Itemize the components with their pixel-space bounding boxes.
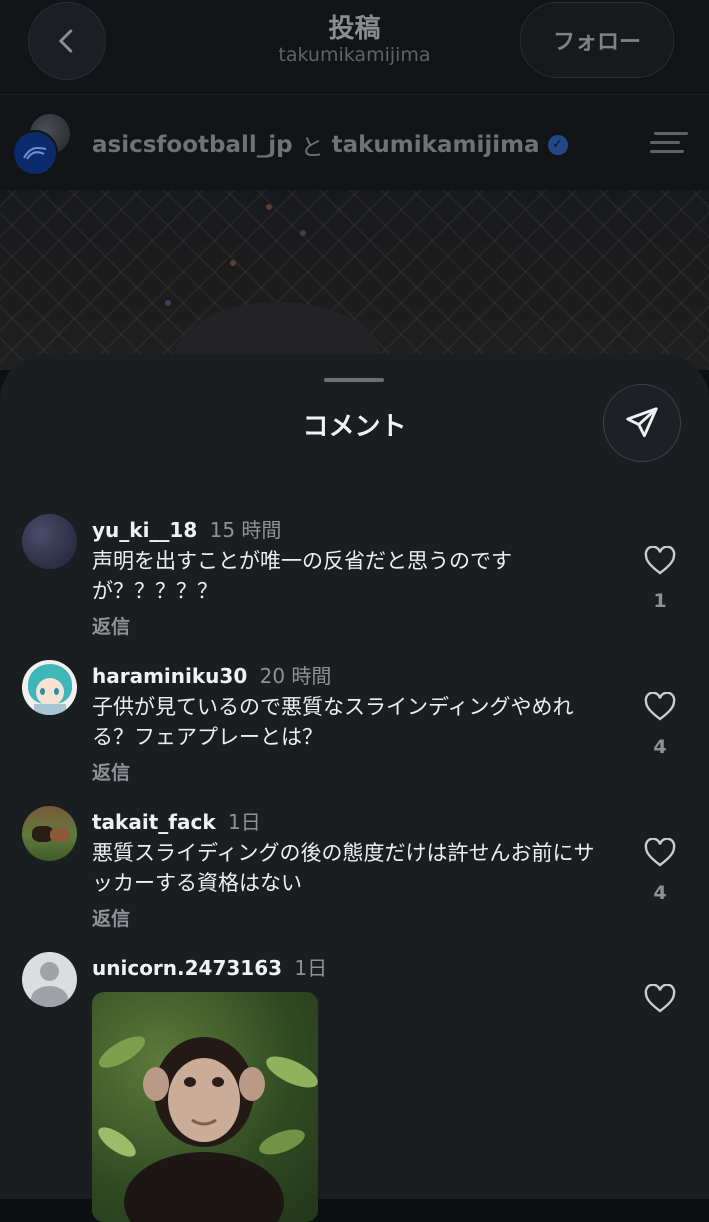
avatar-asicsfootball [12, 130, 58, 176]
heart-icon[interactable] [644, 692, 676, 722]
asics-logo-icon [23, 147, 47, 160]
collab-and: と [300, 135, 324, 161]
comment-username[interactable]: haraminiku30 [92, 664, 247, 688]
collab-users[interactable]: asicsfootball_jp と takumikamijima ✓ [92, 128, 568, 162]
heart-icon[interactable] [644, 984, 676, 1014]
comment-text: 子供が見ているので悪質なスラインディングやめれる？フェアプレーとは？ [92, 695, 574, 749]
like-count: 4 [653, 882, 667, 904]
send-icon [626, 407, 658, 438]
comment-text: 声明を出すことが唯一の反省だと思うのですが？？？？？ [92, 549, 512, 603]
post-image [0, 190, 709, 412]
comment-time: 20 時間 [259, 664, 332, 688]
comment-time: 15 時間 [209, 518, 282, 542]
heart-icon[interactable] [644, 838, 676, 868]
avatar[interactable] [22, 660, 77, 715]
collab-user-1[interactable]: asicsfootball_jp [92, 132, 293, 158]
chimpanzee-image [98, 1036, 318, 1222]
reply-button[interactable]: 返信 [92, 612, 130, 639]
post-header: 投稿 takumikamijima フォロー asicsfootball_jp … [0, 0, 709, 190]
collab-user-2[interactable]: takumikamijima [332, 132, 540, 158]
comment-header: unicorn.2473163 1日 [92, 952, 327, 981]
comment-header: yu_ki__18 15 時間 [92, 514, 281, 543]
comment-header: haraminiku30 20 時間 [92, 660, 331, 689]
heart-icon[interactable] [644, 546, 676, 576]
reply-button[interactable]: 返信 [92, 904, 130, 931]
comment-header: takait_fack 1日 [92, 806, 261, 835]
share-button[interactable] [603, 384, 681, 462]
avatar[interactable] [22, 514, 77, 569]
default-user-icon [40, 962, 59, 981]
comment-username[interactable]: unicorn.2473163 [92, 956, 282, 980]
comments-sheet: コメント yu_ki__18 15 時間 声明を出すことが唯一の反省だと思うので… [0, 354, 709, 1222]
comment-time: 1日 [294, 956, 328, 980]
follow-button[interactable]: フォロー [520, 2, 674, 78]
avatar[interactable] [22, 806, 77, 861]
like-count: 1 [653, 590, 667, 612]
menu-icon[interactable] [650, 132, 688, 154]
reply-button[interactable]: 返信 [92, 758, 130, 785]
comment-username[interactable]: yu_ki__18 [92, 518, 197, 542]
comment-image[interactable] [92, 992, 318, 1222]
collab-avatars[interactable] [12, 114, 70, 176]
comment-text: 悪質スライディングの後の態度だけは許せんお前にサッカーする資格はない [92, 841, 595, 895]
comment-time: 1日 [227, 810, 261, 834]
like-count: 4 [653, 736, 667, 758]
verified-badge-icon: ✓ [547, 135, 568, 155]
sheet-grab-handle[interactable] [324, 378, 384, 382]
avatar[interactable] [22, 952, 77, 1007]
comment-username[interactable]: takait_fack [92, 810, 216, 834]
divider [0, 94, 709, 95]
